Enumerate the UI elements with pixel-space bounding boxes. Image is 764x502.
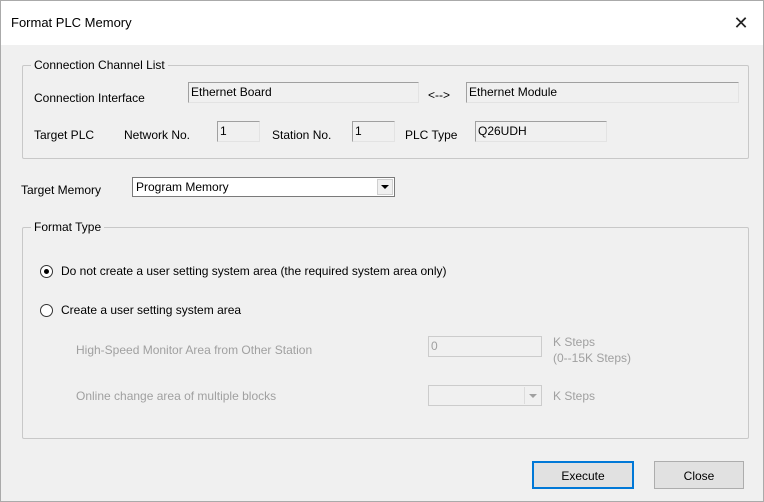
radio-no-user-area[interactable] (40, 265, 53, 278)
chevron-down-icon[interactable] (524, 387, 540, 404)
close-button[interactable]: Close (654, 461, 744, 489)
high-speed-monitor-label: High-Speed Monitor Area from Other Stati… (76, 343, 313, 357)
plc-type-field: Q26UDH (475, 121, 607, 142)
high-speed-unit-label: K Steps (553, 335, 596, 349)
network-no-label: Network No. (124, 128, 191, 142)
chevron-down-icon[interactable] (377, 179, 393, 195)
radio-create-user-area[interactable] (40, 304, 53, 317)
connection-interface-field: Ethernet Board (188, 82, 419, 103)
format-type-title: Format Type (31, 220, 105, 234)
window-title: Format PLC Memory (11, 15, 132, 30)
connection-interface-label: Connection Interface (34, 91, 145, 105)
close-icon[interactable]: ✕ (727, 9, 755, 37)
high-speed-monitor-input[interactable]: 0 (428, 336, 542, 357)
format-type-group: Format Type (22, 220, 749, 439)
plc-type-label: PLC Type (405, 128, 458, 142)
station-no-label: Station No. (272, 128, 332, 142)
online-change-label: Online change area of multiple blocks (76, 389, 277, 403)
target-memory-select[interactable]: Program Memory (132, 177, 395, 197)
connection-channel-group: Connection Channel List (22, 58, 749, 159)
high-speed-range-label: (0--15K Steps) (553, 351, 632, 365)
connection-channel-title: Connection Channel List (31, 58, 168, 72)
station-no-field: 1 (352, 121, 395, 142)
title-bar: Format PLC Memory ✕ (1, 1, 763, 45)
format-plc-memory-dialog: Format PLC Memory ✕ Connection Channel L… (0, 0, 764, 502)
online-change-select[interactable] (428, 385, 542, 406)
target-memory-value: Program Memory (136, 180, 229, 194)
execute-button[interactable]: Execute (532, 461, 634, 489)
target-memory-label: Target Memory (21, 183, 102, 197)
connection-arrow: <--> (428, 88, 451, 102)
option-no-user-area-label[interactable]: Do not create a user setting system area… (61, 264, 447, 278)
connection-module-field: Ethernet Module (466, 82, 739, 103)
network-no-field: 1 (217, 121, 260, 142)
target-plc-label: Target PLC (34, 128, 95, 142)
radio-selected-dot (44, 269, 49, 274)
online-change-unit-label: K Steps (553, 389, 596, 403)
option-create-user-area-label[interactable]: Create a user setting system area (61, 303, 241, 317)
